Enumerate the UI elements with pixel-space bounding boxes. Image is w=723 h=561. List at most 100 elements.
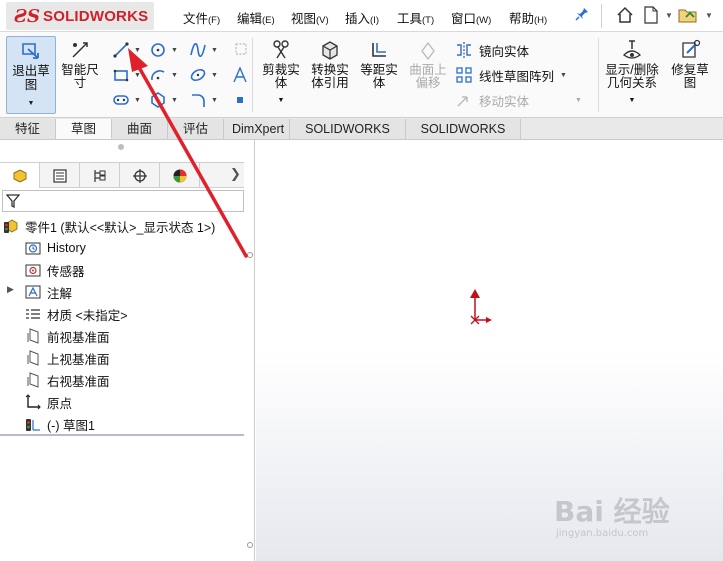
dimxpert-manager-tab-icon[interactable] [120, 163, 160, 188]
chevron-down-icon[interactable]: ▼ [211, 72, 218, 79]
plane-icon [24, 328, 42, 344]
chevron-down-icon[interactable]: ▼ [602, 94, 662, 107]
plane-tool-icon [230, 40, 250, 60]
tab-features[interactable]: 特征 [0, 119, 56, 139]
feature-manager-tabs [0, 162, 244, 188]
material-icon [24, 306, 42, 322]
convert-entities-button[interactable]: 转换实体引用 [307, 38, 353, 90]
tab-evaluate[interactable]: 评估 [168, 119, 224, 139]
watermark-url: jingyan.baidu.com [556, 528, 649, 539]
menu-window[interactable]: 窗口(W) [451, 8, 491, 27]
fillet-tool-icon[interactable] [188, 90, 208, 110]
chevron-down-icon[interactable]: ▼ [258, 94, 304, 107]
offset-icon [372, 43, 386, 57]
panel-divider [0, 434, 244, 436]
tree-item-right-plane[interactable]: 右视基准面 [24, 370, 110, 390]
chevron-down-icon[interactable]: ▼ [134, 47, 141, 54]
chevron-down-icon[interactable]: ▼ [171, 72, 178, 79]
spline-tool-icon[interactable] [188, 40, 208, 60]
tab-surfaces[interactable]: 曲面 [112, 119, 168, 139]
menu-file[interactable]: 文件(F) [183, 8, 220, 27]
trim-entities-label: 剪裁实体 [262, 63, 300, 90]
ellipse-tool-icon[interactable] [188, 65, 208, 85]
circle-tool-icon[interactable] [148, 40, 168, 60]
line-tool-icon[interactable] [111, 40, 131, 60]
linear-pattern-button[interactable]: 线性草图阵列 ▼ [455, 65, 567, 85]
menu-tools[interactable]: 工具(T) [397, 8, 434, 27]
smart-dimension-button[interactable]: 智能尺寸 [58, 38, 102, 90]
command-manager-tabs: 特征 草图 曲面 评估 DimXpert SOLIDWORKS 插件 SOLID… [0, 118, 723, 156]
home-icon[interactable] [615, 5, 635, 25]
tab-sketch[interactable]: 草图 [56, 119, 112, 139]
splitter-handle[interactable] [247, 252, 253, 258]
splitter-handle[interactable] [247, 542, 253, 548]
open-folder-icon[interactable] [678, 5, 698, 25]
tree-item-history[interactable]: History [24, 238, 86, 258]
material-label: 材质 <未指定> [47, 308, 128, 323]
display-delete-relations-button[interactable]: 显示/删除几何关系 ▼ [602, 38, 662, 107]
chevron-down-icon[interactable]: ▼ [665, 11, 673, 20]
polygon-tool-icon[interactable] [148, 90, 168, 110]
chevron-down-icon[interactable]: ▼ [171, 97, 178, 104]
sensors-label: 传感器 [47, 264, 85, 279]
chevron-down-icon[interactable]: ▼ [211, 47, 218, 54]
property-manager-tab-icon[interactable] [40, 163, 80, 188]
menu-help[interactable]: 帮助(H) [509, 8, 547, 27]
text-tool-icon[interactable] [230, 65, 250, 85]
chevron-down-icon[interactable]: ▼ [705, 11, 713, 20]
tree-item-front-plane[interactable]: 前视基准面 [24, 326, 110, 346]
rectangle-tool-icon[interactable] [111, 65, 131, 85]
tree-item-top-plane[interactable]: 上视基准面 [24, 348, 110, 368]
panel-grip-handle[interactable] [118, 144, 124, 150]
command-ribbon: 退出草图 ▼ 智能尺寸 ▼ ▼ ▼ ▼ ▼ ▼ ▼ ▼ ▼ 剪裁实体 ▼ 转换实… [0, 32, 723, 118]
watermark-brand: Bai 经验 [554, 495, 670, 528]
part-label: 零件1 (默认<<默认>_显示状态 1>) [25, 220, 216, 235]
menu-insert[interactable]: 插入(I) [345, 8, 379, 27]
offset-on-surface-label: 曲面上偏移 [409, 63, 447, 90]
tab-solidworks-mbd[interactable]: SOLIDWORKS MBD [406, 119, 521, 156]
tree-item-annotations[interactable]: 注解 [24, 282, 72, 302]
mirror-entities-button[interactable]: 镜向实体 [455, 40, 529, 60]
offset-on-surface-button: 曲面上偏移 [405, 38, 451, 90]
right-plane-label: 右视基准面 [47, 374, 110, 389]
filter-icon[interactable] [6, 194, 20, 208]
configuration-manager-tab-icon[interactable] [80, 163, 120, 188]
menu-view[interactable]: 视图(V) [291, 8, 329, 27]
new-document-icon[interactable] [641, 5, 661, 25]
expand-arrow-icon[interactable]: ▶ [7, 284, 14, 295]
chevron-down-icon[interactable]: ▼ [7, 100, 55, 107]
trim-entities-button[interactable]: 剪裁实体 ▼ [258, 38, 304, 107]
display-manager-tab-icon[interactable] [160, 163, 200, 188]
chevron-down-icon[interactable]: ▼ [134, 72, 141, 79]
chevron-down-icon[interactable]: ▼ [560, 72, 567, 79]
chevron-down-icon[interactable]: ▼ [134, 97, 141, 104]
solidworks-window: ƧS SOLIDWORKS 文件(F) 编辑(E) 视图(V) 插入(I) 工具… [0, 0, 723, 561]
offset-entities-button[interactable]: 等距实体 [356, 38, 402, 90]
chevron-right-icon[interactable]: ❯ [230, 166, 241, 182]
tree-item-material[interactable]: 材质 <未指定> [24, 304, 128, 324]
solidworks-logo[interactable]: ƧS SOLIDWORKS [6, 2, 154, 30]
chevron-down-icon[interactable]: ▼ [171, 47, 178, 54]
exit-sketch-icon [22, 43, 39, 59]
tab-dimxpert[interactable]: DimXpert [224, 119, 290, 139]
move-entities-button: 移动实体 ▼ [455, 90, 582, 110]
tree-item-sensors[interactable]: 传感器 [24, 260, 85, 280]
menu-edit[interactable]: 编辑(E) [237, 8, 275, 27]
chevron-down-icon[interactable]: ▼ [211, 97, 218, 104]
exit-sketch-button[interactable]: 退出草图 ▼ [6, 36, 56, 114]
arc-tool-icon[interactable] [148, 65, 168, 85]
tree-item-origin[interactable]: 原点 [24, 392, 72, 412]
tab-solidworks-addins[interactable]: SOLIDWORKS 插件 [290, 119, 406, 156]
feature-tree-tab-icon[interactable] [0, 163, 40, 188]
point-tool-icon[interactable] [230, 90, 250, 110]
tree-item-sketch1[interactable]: (-) 草图1 [24, 414, 95, 434]
pin-menu-icon[interactable] [575, 7, 589, 24]
annotations-icon [24, 284, 42, 300]
slot-tool-icon[interactable] [111, 90, 131, 110]
history-label: History [47, 241, 86, 255]
tree-filter-field[interactable] [2, 190, 244, 212]
ds-logo-mark: ƧS [14, 5, 40, 27]
repair-sketch-button[interactable]: 修复草图 [667, 38, 713, 90]
relations-eye-icon [623, 40, 641, 59]
tree-item-part[interactable]: 零件1 (默认<<默认>_显示状态 1>) [2, 216, 215, 236]
